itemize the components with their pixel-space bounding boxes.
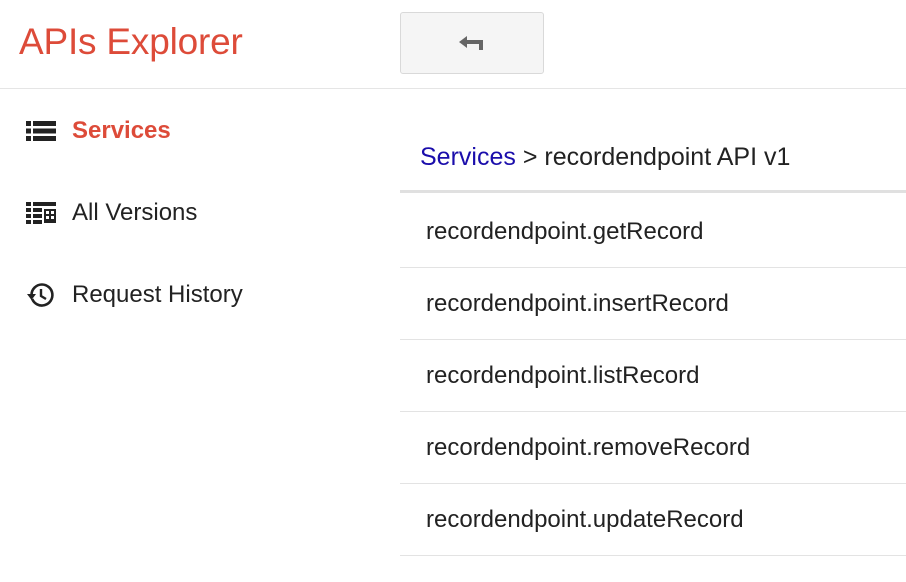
breadcrumb-trail: Services > recordendpoint API v1: [420, 142, 790, 172]
breadcrumb-current: recordendpoint API v1: [544, 143, 791, 171]
app-title: APIs Explorer: [19, 21, 243, 62]
header: APIs Explorer: [0, 0, 906, 89]
method-row-get-record[interactable]: recordendpoint.getRecord: [400, 196, 906, 268]
sidebar-item-all-versions[interactable]: All Versions: [0, 193, 360, 233]
method-label: recordendpoint.updateRecord: [426, 506, 744, 533]
sidebar-item-label: Request History: [72, 281, 243, 308]
versions-grid-icon: [25, 199, 57, 227]
back-button[interactable]: [400, 12, 544, 74]
apis-explorer-app: APIs Explorer Services All Versions Requ…: [0, 0, 906, 582]
sidebar-item-label: All Versions: [72, 199, 198, 226]
sidebar-item-request-history[interactable]: Request History: [0, 275, 360, 315]
sidebar-item-label: Services: [72, 117, 171, 144]
method-row-insert-record[interactable]: recordendpoint.insertRecord: [400, 268, 906, 340]
method-row-remove-record[interactable]: recordendpoint.removeRecord: [400, 412, 906, 484]
method-label: recordendpoint.removeRecord: [426, 434, 751, 461]
history-icon: [25, 281, 57, 309]
breadcrumb-separator: >: [522, 143, 545, 171]
method-label: recordendpoint.getRecord: [426, 218, 704, 245]
breadcrumb: Services > recordendpoint API v1: [400, 90, 906, 193]
breadcrumb-services-link[interactable]: Services: [420, 143, 516, 171]
back-arrow-icon: [457, 34, 487, 52]
method-row-update-record[interactable]: recordendpoint.updateRecord: [400, 484, 906, 556]
sidebar-item-services[interactable]: Services: [0, 111, 360, 151]
method-label: recordendpoint.listRecord: [426, 362, 700, 389]
method-label: recordendpoint.insertRecord: [426, 290, 729, 317]
method-row-list-record[interactable]: recordendpoint.listRecord: [400, 340, 906, 412]
list-icon: [25, 117, 57, 145]
method-list: recordendpoint.getRecord recordendpoint.…: [400, 196, 906, 556]
